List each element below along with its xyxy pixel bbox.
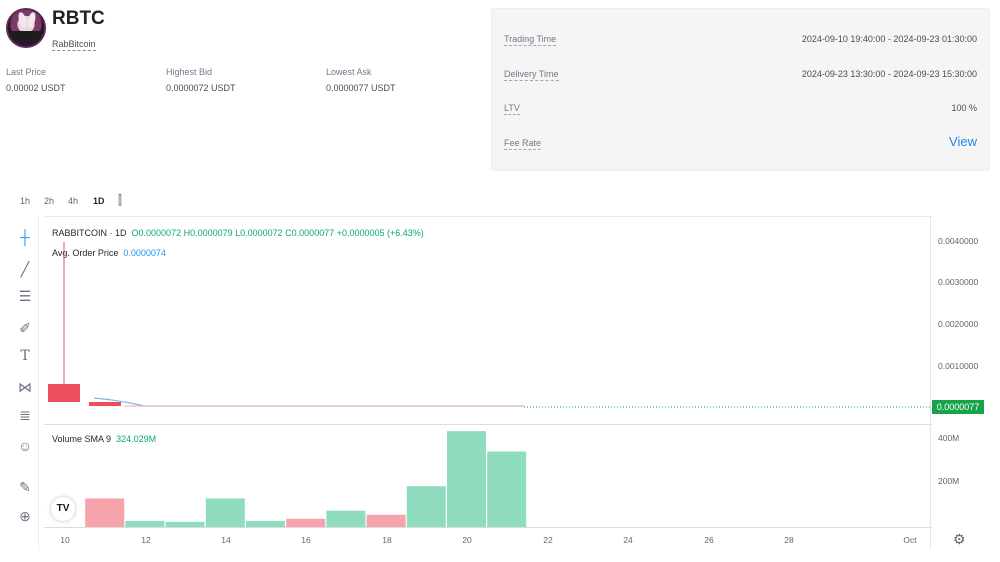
avg-price-line: [93, 397, 524, 407]
token-avatar: [6, 8, 46, 48]
x-tick: 22: [543, 535, 553, 545]
ltv-label: LTV: [504, 103, 520, 115]
volume-bar: [487, 451, 527, 527]
volume-bar: [286, 518, 326, 527]
fee-rate-view-link[interactable]: View: [949, 134, 977, 149]
interval-1d[interactable]: 1D: [93, 196, 105, 206]
toolbar-border: [38, 216, 39, 550]
highest-bid-label: Highest Bid: [166, 67, 213, 77]
interval-2h[interactable]: 2h: [44, 196, 54, 206]
trend-line-icon[interactable]: ╱: [16, 260, 34, 278]
settings-gear-icon[interactable]: ⚙: [953, 531, 966, 548]
x-tick: 20: [462, 535, 472, 545]
volume-bar: [125, 520, 165, 527]
chart-bottom-border: [44, 527, 932, 528]
volume-bar: [406, 486, 446, 527]
brush-icon[interactable]: ✐: [16, 319, 34, 337]
fee-rate-label: Fee Rate: [504, 138, 542, 150]
price-tick: 0.0010000: [938, 361, 979, 371]
price-tick: 0.0030000: [938, 277, 979, 287]
ruler-icon[interactable]: ✎: [16, 478, 34, 496]
ltv-value: 100 %: [951, 103, 977, 113]
trading-time-value: 2024-09-10 19:40:00 - 2024-09-23 01:30:0…: [801, 34, 977, 44]
contract-info-panel: Trading Time 2024-09-10 19:40:00 - 2024-…: [491, 8, 990, 171]
highest-bid-value: 0.0000072 USDT: [166, 83, 236, 93]
x-tick: 24: [623, 535, 633, 545]
volume-bar: [326, 510, 366, 527]
candle-type-icon[interactable]: ⫿: [118, 193, 122, 208]
candle: [48, 384, 80, 402]
x-tick: 26: [704, 535, 714, 545]
last-price-tag: 0.0000077: [932, 400, 984, 414]
measure-lines-icon[interactable]: ≣: [16, 406, 34, 424]
volume-bar: [246, 520, 285, 527]
volume-bar: [447, 431, 486, 527]
volume-bar: [205, 498, 245, 527]
x-tick: 12: [141, 535, 151, 545]
last-price-value: 0.00002 USDT: [6, 83, 66, 93]
horizontal-lines-icon[interactable]: ☰: [16, 287, 34, 305]
last-price-label: Last Price: [6, 67, 47, 77]
token-symbol: RBTC: [52, 8, 105, 29]
volume-bar: [165, 521, 205, 527]
x-tick: 18: [382, 535, 392, 545]
lowest-ask-value: 0.0000077 USDT: [326, 83, 396, 93]
interval-4h[interactable]: 4h: [68, 196, 78, 206]
token-name: RabBitcoin: [52, 39, 96, 51]
price-tick: 0.0040000: [938, 236, 979, 246]
x-tick: Oct: [903, 535, 917, 545]
interval-1h[interactable]: 1h: [20, 196, 30, 206]
volume-chart[interactable]: [44, 425, 930, 527]
crosshair-icon[interactable]: ┼: [16, 228, 34, 246]
price-chart[interactable]: [44, 217, 930, 424]
volume-tick: 200M: [938, 476, 960, 486]
x-tick: 14: [221, 535, 231, 545]
price-tick: 0.0020000: [938, 319, 979, 329]
text-tool-icon[interactable]: T: [16, 347, 34, 365]
volume-tick: 400M: [938, 433, 960, 443]
pattern-icon[interactable]: ⋈: [16, 378, 34, 396]
emoji-icon[interactable]: ☺: [16, 437, 34, 455]
delivery-time-value: 2024-09-23 13:30:00 - 2024-09-23 15:30:0…: [801, 69, 977, 79]
delivery-time-label: Delivery Time: [504, 69, 559, 81]
x-tick: 16: [301, 535, 311, 545]
x-tick: 28: [784, 535, 794, 545]
x-tick: 10: [60, 535, 70, 545]
volume-bar: [366, 514, 406, 527]
trading-time-label: Trading Time: [504, 34, 557, 46]
price-axis-border: [930, 216, 931, 550]
lowest-ask-label: Lowest Ask: [326, 67, 372, 77]
candle: [89, 402, 121, 406]
tradingview-logo-icon[interactable]: TV: [51, 497, 75, 521]
volume-bar: [85, 498, 125, 527]
zoom-in-icon[interactable]: ⊕: [16, 507, 34, 525]
